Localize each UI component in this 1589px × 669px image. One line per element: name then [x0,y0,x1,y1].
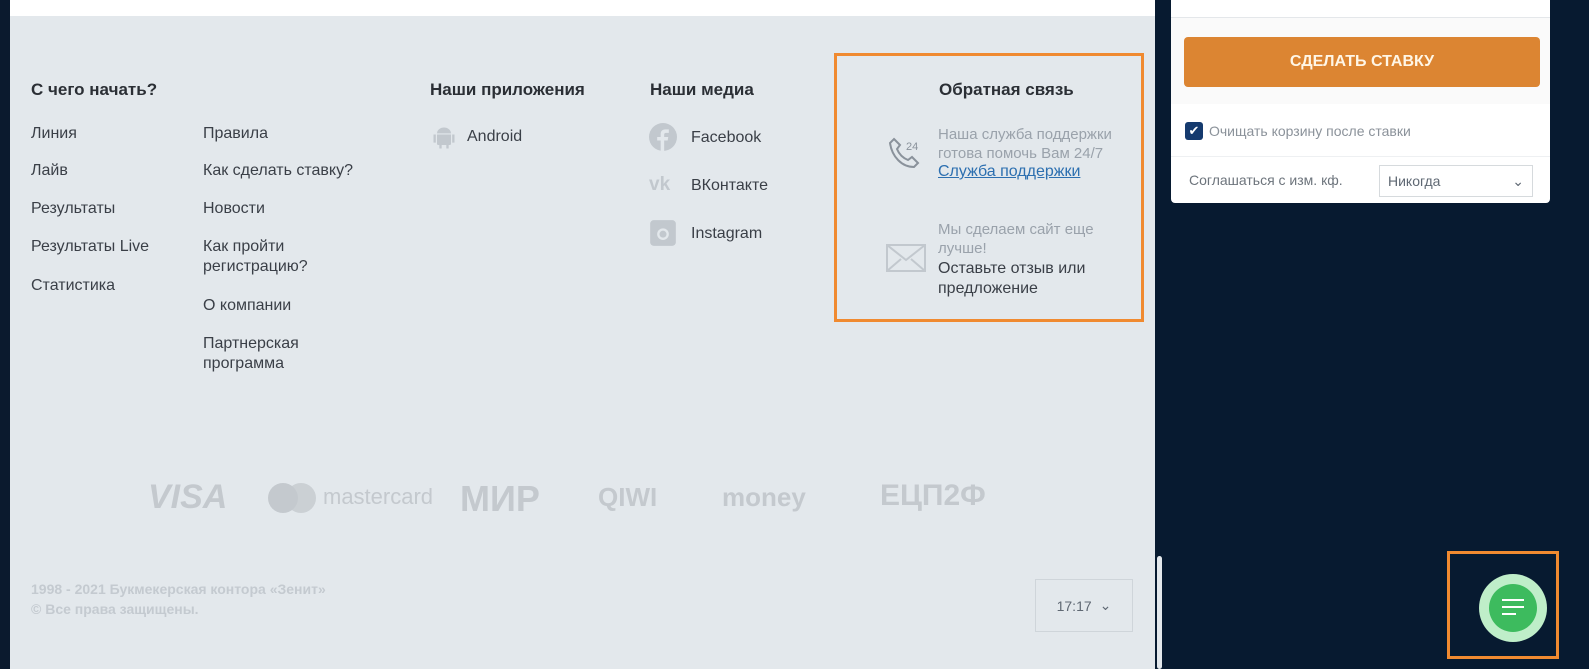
link-results[interactable]: Результаты [31,199,115,219]
link-about[interactable]: О компании [203,296,291,316]
link-line[interactable]: Линия [31,124,77,144]
ecup-logo: ЕЦП2Ф [880,479,986,512]
left-border [0,0,10,669]
link-statistics[interactable]: Статистика [31,276,115,296]
copyright-line1: 1998 - 2021 Букмекерская контора «Зенит» [31,581,326,597]
clear-checkbox[interactable]: ✔ [1185,122,1203,140]
link-how-to-bet[interactable]: Как сделать ставку? [203,161,353,181]
vk-icon: vk [649,174,671,195]
link-facebook[interactable]: Facebook [691,128,761,148]
chat-button[interactable] [1479,574,1547,642]
start-heading: С чего начать? [31,80,158,99]
accept-value: Никогда [1388,173,1441,189]
yoomoney-logo: money [722,482,806,512]
visa-logo: VISA [148,478,228,516]
link-partner[interactable]: Партнерская программа [203,334,323,374]
mastercard-logo: mastercard [323,484,434,509]
accept-select[interactable]: Никогда ⌄ [1379,165,1533,197]
chevron-down-icon: ⌄ [1099,597,1112,613]
content-bottom [10,0,1155,16]
highlight-feedback [834,53,1144,322]
link-android[interactable]: Android [467,127,522,147]
media-heading: Наши медиа [650,80,754,99]
link-live[interactable]: Лайв [31,161,68,181]
link-results-live[interactable]: Результаты Live [31,237,149,257]
scrollbar[interactable] [1157,556,1162,669]
make-bet-button[interactable]: СДЕЛАТЬ СТАВКУ [1184,37,1540,87]
clear-label: Очищать корзину после ставки [1209,123,1411,139]
time-value: 17:17 [1056,597,1092,614]
betslip-panel: СДЕЛАТЬ СТАВКУ ✔ Очищать корзину после с… [1171,0,1550,203]
copyright-line2: © Все права защищены. [31,601,199,617]
mir-logo: МИР [460,478,540,519]
link-vk[interactable]: ВКонтакте [691,176,768,196]
time-select[interactable]: 17:17 ⌄ [1035,579,1133,632]
link-rules[interactable]: Правила [203,124,268,144]
instagram-icon [650,220,676,246]
facebook-icon [649,123,677,151]
accept-label: Соглашаться с изм. кф. [1189,172,1343,188]
android-icon [433,127,455,149]
chat-icon [1489,584,1537,632]
qiwi-logo: QIWI [598,482,658,512]
apps-heading: Наши приложения [430,80,585,99]
mastercard-circles-icon [268,483,318,513]
chevron-down-icon: ⌄ [1512,173,1524,189]
link-instagram[interactable]: Instagram [691,224,762,244]
link-registration[interactable]: Как пройти регистрацию? [203,237,323,277]
link-news[interactable]: Новости [203,199,265,219]
